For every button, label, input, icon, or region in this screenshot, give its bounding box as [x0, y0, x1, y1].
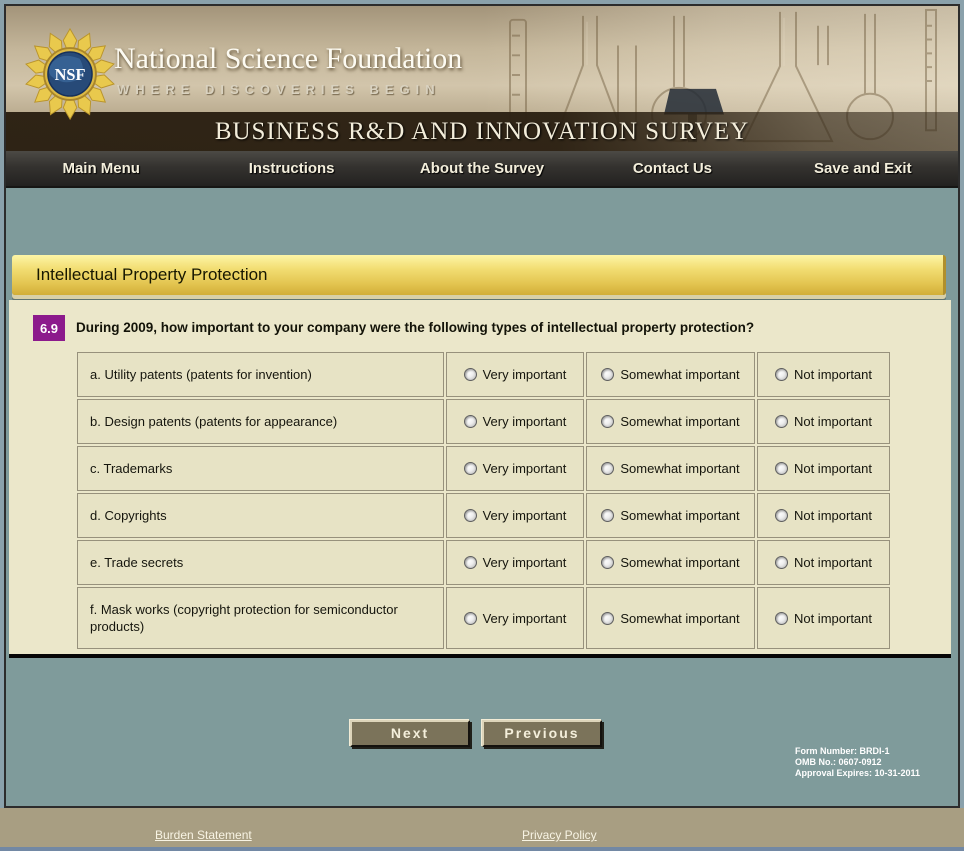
radio-very-important[interactable]: [464, 509, 477, 522]
option-label: Somewhat important: [620, 611, 739, 626]
option-label: Not important: [794, 611, 872, 626]
row-label: b. Design patents (patents for appearanc…: [77, 399, 444, 444]
radio-not-important[interactable]: [775, 612, 788, 625]
nav-about-the-survey[interactable]: About the Survey: [387, 151, 577, 186]
table-row: a. Utility patents (patents for inventio…: [77, 352, 890, 397]
option-cell[interactable]: Not important: [757, 399, 890, 444]
option-cell[interactable]: Somewhat important: [586, 399, 755, 444]
radio-somewhat-important[interactable]: [601, 509, 614, 522]
importance-table: a. Utility patents (patents for inventio…: [75, 350, 892, 651]
option-label: Very important: [483, 414, 567, 429]
radio-very-important[interactable]: [464, 612, 477, 625]
radio-not-important[interactable]: [775, 368, 788, 381]
option-cell[interactable]: Not important: [757, 446, 890, 491]
option-cell[interactable]: Somewhat important: [586, 587, 755, 649]
radio-somewhat-important[interactable]: [601, 462, 614, 475]
privacy-policy-link[interactable]: Privacy Policy: [522, 828, 597, 842]
option-label: Somewhat important: [620, 508, 739, 523]
radio-somewhat-important[interactable]: [601, 612, 614, 625]
nav-main-menu[interactable]: Main Menu: [6, 151, 196, 186]
option-cell[interactable]: Not important: [757, 540, 890, 585]
option-cell[interactable]: Not important: [757, 587, 890, 649]
dark-stopper-shape: [664, 89, 724, 115]
content-frame: NSF National Science Foundation WHERE DI…: [4, 4, 960, 808]
table-row: c. Trademarks Very important Somewhat im…: [77, 446, 890, 491]
option-label: Very important: [483, 461, 567, 476]
radio-somewhat-important[interactable]: [601, 556, 614, 569]
option-cell[interactable]: Very important: [446, 352, 584, 397]
org-name: National Science Foundation: [114, 42, 462, 76]
form-number: Form Number: BRDI-1: [795, 746, 955, 757]
option-label: Not important: [794, 414, 872, 429]
question-number-badge: 6.9: [33, 315, 65, 341]
table-row: d. Copyrights Very important Somewhat im…: [77, 493, 890, 538]
radio-very-important[interactable]: [464, 462, 477, 475]
form-meta: Form Number: BRDI-1 OMB No.: 0607-0912 A…: [795, 746, 955, 779]
question-text: During 2009, how important to your compa…: [76, 320, 754, 335]
table-row: b. Design patents (patents for appearanc…: [77, 399, 890, 444]
nav-instructions[interactable]: Instructions: [196, 151, 386, 186]
radio-somewhat-important[interactable]: [601, 368, 614, 381]
approval-expires: Approval Expires: 10-31-2011: [795, 768, 955, 779]
radio-very-important[interactable]: [464, 556, 477, 569]
nsf-logo: NSF: [22, 26, 118, 122]
header-banner: NSF National Science Foundation WHERE DI…: [6, 6, 958, 151]
option-label: Not important: [794, 461, 872, 476]
option-label: Not important: [794, 367, 872, 382]
radio-somewhat-important[interactable]: [601, 415, 614, 428]
radio-not-important[interactable]: [775, 415, 788, 428]
survey-title: BUSINESS R&D AND INNOVATION SURVEY: [6, 118, 958, 146]
table-row: e. Trade secrets Very important Somewhat…: [77, 540, 890, 585]
option-label: Somewhat important: [620, 555, 739, 570]
option-label: Somewhat important: [620, 461, 739, 476]
option-cell[interactable]: Very important: [446, 493, 584, 538]
option-cell[interactable]: Very important: [446, 446, 584, 491]
org-tagline: WHERE DISCOVERIES BEGIN: [117, 82, 441, 97]
omb-number: OMB No.: 0607-0912: [795, 757, 955, 768]
option-label: Very important: [483, 611, 567, 626]
option-cell[interactable]: Somewhat important: [586, 352, 755, 397]
option-cell[interactable]: Very important: [446, 399, 584, 444]
row-label: f. Mask works (copyright protection for …: [77, 587, 444, 649]
main-nav: Main Menu Instructions About the Survey …: [6, 151, 958, 188]
svg-text:NSF: NSF: [55, 65, 86, 84]
previous-button[interactable]: Previous: [482, 720, 602, 747]
row-label: e. Trade secrets: [77, 540, 444, 585]
section-title-bar: Intellectual Property Protection: [12, 255, 946, 295]
option-cell[interactable]: Somewhat important: [586, 493, 755, 538]
table-row: f. Mask works (copyright protection for …: [77, 587, 890, 649]
option-cell[interactable]: Not important: [757, 352, 890, 397]
page-footer: Burden Statement Privacy Policy: [0, 808, 964, 847]
option-cell[interactable]: Very important: [446, 540, 584, 585]
radio-not-important[interactable]: [775, 462, 788, 475]
radio-very-important[interactable]: [464, 415, 477, 428]
row-label: c. Trademarks: [77, 446, 444, 491]
option-cell[interactable]: Somewhat important: [586, 540, 755, 585]
option-cell[interactable]: Somewhat important: [586, 446, 755, 491]
option-label: Somewhat important: [620, 367, 739, 382]
option-label: Somewhat important: [620, 414, 739, 429]
radio-not-important[interactable]: [775, 556, 788, 569]
bottom-strip: [0, 847, 964, 851]
nav-contact-us[interactable]: Contact Us: [577, 151, 767, 186]
question-panel: 6.9 During 2009, how important to your c…: [9, 300, 951, 658]
option-label: Not important: [794, 508, 872, 523]
radio-very-important[interactable]: [464, 368, 477, 381]
option-label: Very important: [483, 367, 567, 382]
nav-save-and-exit[interactable]: Save and Exit: [768, 151, 958, 186]
option-cell[interactable]: Not important: [757, 493, 890, 538]
option-cell[interactable]: Very important: [446, 587, 584, 649]
row-label: d. Copyrights: [77, 493, 444, 538]
next-button[interactable]: Next: [350, 720, 470, 747]
burden-statement-link[interactable]: Burden Statement: [155, 828, 252, 842]
option-label: Very important: [483, 508, 567, 523]
radio-not-important[interactable]: [775, 509, 788, 522]
option-label: Not important: [794, 555, 872, 570]
option-label: Very important: [483, 555, 567, 570]
row-label: a. Utility patents (patents for inventio…: [77, 352, 444, 397]
survey-page: NSF National Science Foundation WHERE DI…: [0, 0, 964, 851]
